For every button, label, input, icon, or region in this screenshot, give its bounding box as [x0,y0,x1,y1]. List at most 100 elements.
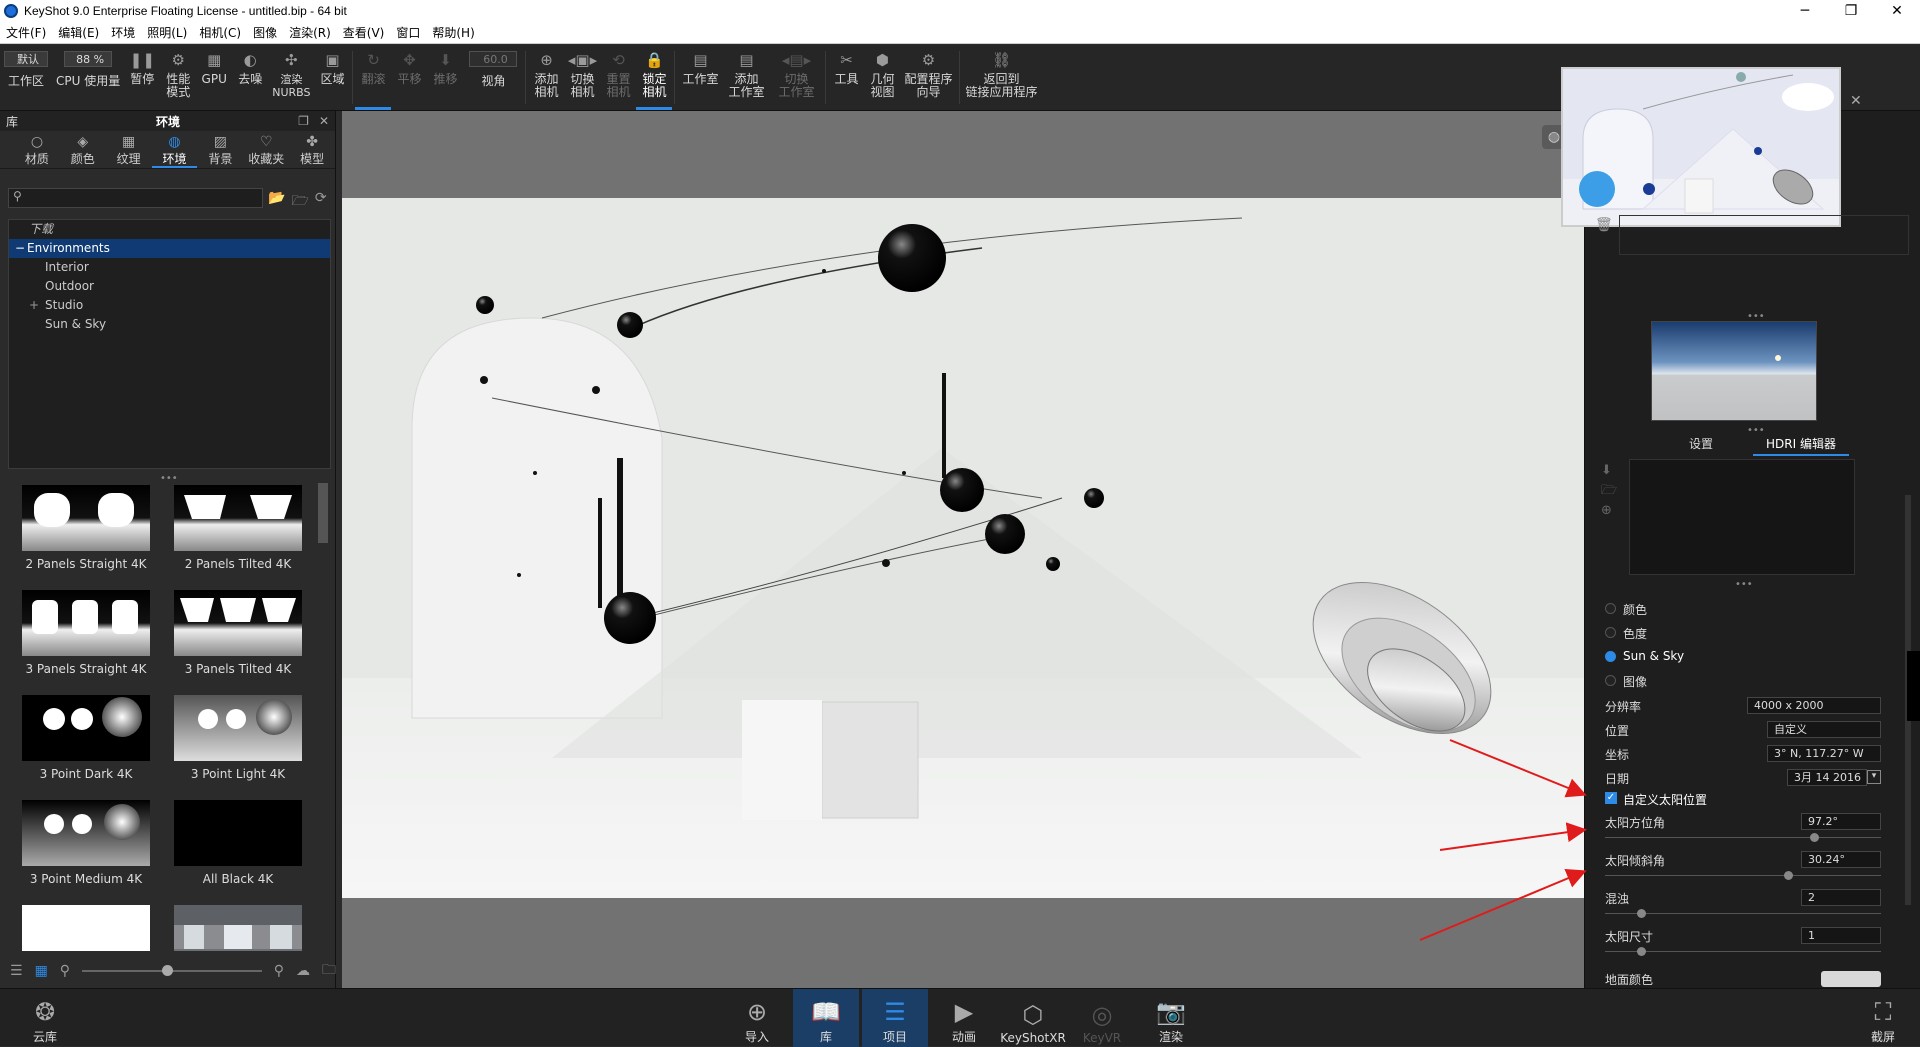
custom-sun-checkbox[interactable]: ✓ [1605,792,1617,804]
studio-button[interactable]: ▤ 工作室 [677,45,723,110]
geometry-view-button[interactable]: ⬢ 几何 视图 [864,45,900,110]
delete-icon[interactable]: 🗑 [1595,217,1613,233]
zoom-in-icon[interactable]: ⚲ [274,963,284,979]
turbidity-knob[interactable] [1637,909,1646,918]
pan-button[interactable]: ✥ 平移 [391,45,427,110]
turbidity-slider[interactable] [1605,913,1881,914]
region-button[interactable]: ▣ 区域 [314,45,350,110]
tree-item-outdoor[interactable]: Outdoor [9,277,330,296]
tab-textures[interactable]: ▦ 纹理 [106,131,152,168]
cloud-download-icon[interactable]: ☁ [296,963,310,979]
menu-camera[interactable]: 相机(C) [193,24,247,41]
sun-size-slider[interactable] [1605,951,1881,952]
hdri-pins-canvas[interactable] [1629,459,1855,575]
thumb-interior-room[interactable] [174,905,302,951]
tab-backgrounds[interactable]: ▨ 背景 [197,131,243,168]
render-button[interactable]: 📷 渲染 [1138,989,1204,1047]
reset-camera-button[interactable]: ⟲ 重置 相机 [600,45,636,110]
tab-favorites[interactable]: ♡ 收藏夹 [243,131,289,168]
tumble-button[interactable]: ↻ 翻滚 [355,45,392,110]
menu-environment[interactable]: 环境 [105,24,141,41]
zoom-out-icon[interactable]: ⚲ [60,963,70,979]
menu-view[interactable]: 查看(V) [337,24,391,41]
coordinates-field[interactable]: 3° N, 117.27° W [1767,745,1881,762]
switch-studio-button[interactable]: ◂▤▸ 切换 工作室 [769,45,823,110]
cloud-library-button[interactable]: ❂ 云库 [10,989,80,1047]
library-scrollbar[interactable] [318,483,328,543]
performance-mode-button[interactable]: ⚙ 性能 模式 [160,45,196,110]
close-button[interactable]: ✕ [1874,0,1920,22]
minimize-button[interactable]: ─ [1782,0,1828,22]
tab-settings[interactable]: 设置 [1651,435,1751,452]
fov-field[interactable]: 60.0 [469,51,518,67]
thumb-all-black[interactable] [174,800,302,866]
resolution-select[interactable]: 4000 x 2000 [1747,697,1881,714]
expand-icon[interactable]: + [29,296,45,315]
menu-render[interactable]: 渲染(R) [283,24,337,41]
thumbnail-size-slider[interactable] [82,965,262,976]
thumb-3-panels-tilted[interactable] [174,590,302,656]
slider-knob[interactable] [162,965,174,976]
library-button[interactable]: 📖 库 [793,989,859,1047]
tab-environments[interactable]: ◍ 环境 [151,131,198,168]
calendar-dropdown-icon[interactable]: ▾ [1867,770,1881,784]
animation-button[interactable]: ▶ 动画 [931,989,997,1047]
collapse-icon[interactable]: − [15,239,27,258]
thumb-all-white[interactable] [22,905,150,951]
render-nurbs-button[interactable]: ✣ 渲染 NURBS [268,45,314,110]
radio-color[interactable] [1605,603,1616,614]
tree-item-environments[interactable]: − Environments [9,239,330,258]
thumb-2-panels-straight[interactable] [22,485,150,551]
target-icon[interactable]: ⊕ [1601,501,1617,521]
sun-size-field[interactable]: 1 [1801,927,1881,944]
panel-edge-handle[interactable] [1907,651,1920,721]
tab-materials[interactable]: ○ 材质 [14,131,60,168]
menu-edit[interactable]: 编辑(E) [52,24,105,41]
ground-color-swatch[interactable] [1821,971,1881,987]
add-folder-icon[interactable]: 🗁 [291,190,308,214]
sun-elevation-field[interactable]: 30.24° [1801,851,1881,868]
folder-sync-icon[interactable]: 🗀 [322,959,336,983]
sun-elevation-knob[interactable] [1784,871,1793,880]
camera-preview-thumbnail[interactable] [1561,67,1841,227]
menu-image[interactable]: 图像 [247,24,283,41]
close-panel-icon[interactable]: ✕ [319,114,329,128]
tab-colors[interactable]: ◈ 颜色 [60,131,106,168]
workspace-button[interactable]: 默认 工作区 [0,45,52,110]
render-canvas[interactable] [342,198,1584,898]
thumb-3-point-dark[interactable] [22,695,150,761]
thumb-3-panels-straight[interactable] [22,590,150,656]
tab-models[interactable]: ✤ 模型 [289,131,335,168]
import-button[interactable]: ⊕ 导入 [724,989,790,1047]
list-view-icon[interactable]: ☰ [10,963,23,979]
cpu-usage-button[interactable]: 88 % CPU 使用量 [52,45,124,110]
close-panel-icon[interactable]: ✕ [1850,93,1862,109]
return-to-linked-app-button[interactable]: ⛓ 返回到 链接应用程序 [962,45,1042,110]
refresh-icon[interactable]: ⟳ [315,190,327,214]
pause-button[interactable]: ❚❚ 暂停 [124,45,160,110]
add-studio-button[interactable]: ▤ 添加 工作室 [723,45,769,110]
location-select[interactable]: 自定义 [1767,721,1881,738]
tab-hdri-editor[interactable]: HDRI 编辑器 [1753,435,1849,456]
grid-view-icon[interactable]: ▦ [35,963,48,979]
sun-size-knob[interactable] [1637,947,1646,956]
realtime-viewport[interactable]: ◍ [342,111,1584,988]
field-of-view-button[interactable]: 60.0 视角 [463,45,523,110]
date-field[interactable]: 3月 14 2016 [1787,769,1867,786]
tree-header-downloads[interactable]: 下载 [9,220,330,239]
library-search-input[interactable]: ⚲ [8,188,263,208]
cpu-zoom-field[interactable]: 88 % [64,51,113,67]
thumb-3-point-medium[interactable] [22,800,150,866]
radio-sun-sky[interactable] [1605,651,1616,662]
lock-camera-button[interactable]: 🔒 锁定 相机 [636,45,673,110]
menu-lighting[interactable]: 照明(L) [141,24,193,41]
configurator-wizard-button[interactable]: ⚙ 配置程序 向导 [900,45,956,110]
thumb-3-point-light[interactable] [174,695,302,761]
gpu-button[interactable]: ▦ GPU [196,45,232,110]
float-panel-icon[interactable]: ❐ [298,114,309,128]
download-icon[interactable]: ⬇ [1601,461,1617,481]
radio-gradient[interactable] [1605,627,1616,638]
tree-item-interior[interactable]: Interior [9,258,330,277]
tools-button[interactable]: ✂ 工具 [828,45,864,110]
add-camera-button[interactable]: ⊕ 添加 相机 [528,45,564,110]
